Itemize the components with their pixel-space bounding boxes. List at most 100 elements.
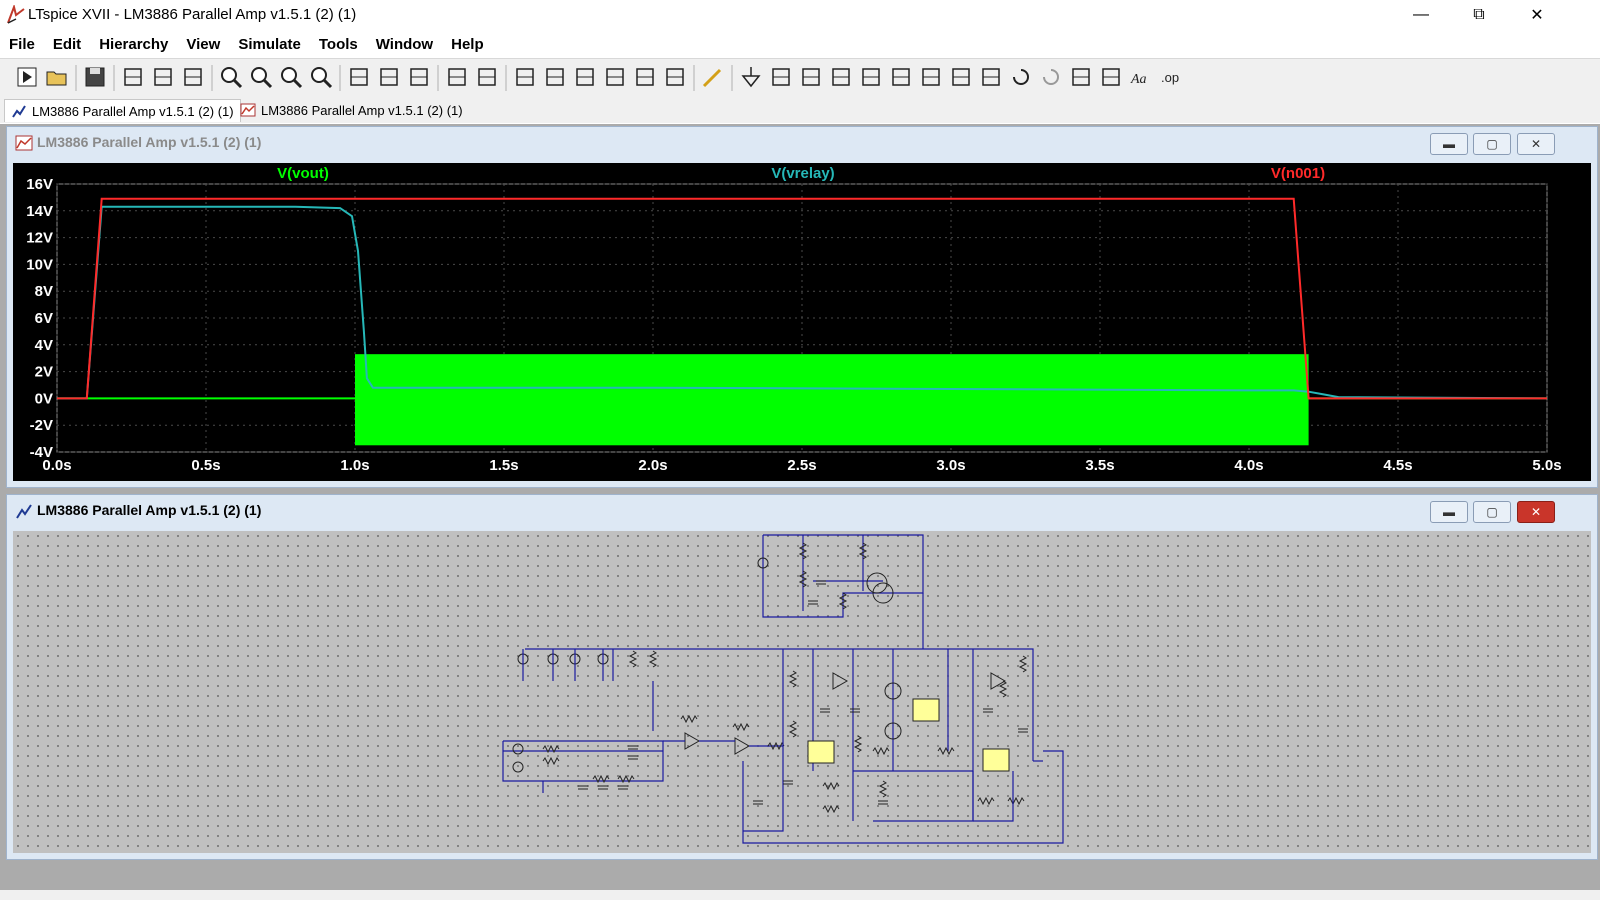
resistor-symbol xyxy=(628,650,638,668)
zoom-fit-icon[interactable] xyxy=(308,64,334,90)
voltage-source-symbol xyxy=(512,743,524,755)
menu-edit[interactable]: Edit xyxy=(44,36,90,53)
halt-icon[interactable] xyxy=(150,64,176,90)
minimize-button[interactable]: — xyxy=(1392,0,1450,30)
input-section-wires xyxy=(502,740,664,782)
waveform-maximize-button[interactable]: ▢ xyxy=(1473,133,1511,155)
circuit-schematic xyxy=(502,534,1064,844)
print-preview-icon[interactable] xyxy=(632,64,658,90)
print-icon[interactable] xyxy=(662,64,688,90)
tile-horizontal-icon[interactable] xyxy=(406,64,432,90)
waveform-close-button[interactable]: ✕ xyxy=(1517,133,1555,155)
schematic-canvas[interactable] xyxy=(13,531,1591,853)
resistor-symbol xyxy=(853,735,863,753)
close-button[interactable]: ✕ xyxy=(1508,0,1566,30)
close-icon: ✕ xyxy=(1530,7,1544,24)
y-tick-label: 14V xyxy=(26,203,53,220)
y-tick-label: 12V xyxy=(26,230,53,247)
rotate-icon[interactable] xyxy=(1068,64,1094,90)
save-icon[interactable] xyxy=(82,64,108,90)
schematic-close-button[interactable]: ✕ xyxy=(1517,501,1555,523)
y-tick-label: 0V xyxy=(35,390,53,407)
resistor-symbol xyxy=(822,804,840,814)
cut-icon[interactable] xyxy=(512,64,538,90)
control-panel-icon[interactable] xyxy=(120,64,146,90)
capacitor-icon[interactable] xyxy=(828,64,854,90)
opamp-symbol xyxy=(734,737,751,755)
resistor-symbol xyxy=(1018,655,1028,673)
find-icon[interactable] xyxy=(602,64,628,90)
plot-area[interactable]: 0.0s 0.5s 1.0s 1.5s 2.0s 2.5s 3.0s 3.5s 4.0s 4.5s… xyxy=(13,163,1591,481)
spice-directive-icon[interactable]: .op xyxy=(1158,64,1184,90)
autorange-icon[interactable] xyxy=(346,64,372,90)
tab-label: LM3886 Parallel Amp v1.5.1 (2) (1) xyxy=(32,103,234,119)
redo-icon[interactable] xyxy=(1038,64,1064,90)
waveform-minimize-button[interactable]: ▬ xyxy=(1430,133,1468,155)
schematic-maximize-button[interactable]: ▢ xyxy=(1473,501,1511,523)
menu-window[interactable]: Window xyxy=(367,36,442,53)
x-tick-label: 5.0s xyxy=(1532,457,1561,474)
ground-icon[interactable] xyxy=(738,64,764,90)
ic-block xyxy=(807,740,835,764)
x-tick-label: 2.0s xyxy=(638,457,667,474)
undo-icon[interactable] xyxy=(1008,64,1034,90)
copy-icon[interactable] xyxy=(542,64,568,90)
zoom-in-icon[interactable] xyxy=(218,64,244,90)
zoom-out-icon[interactable] xyxy=(278,64,304,90)
window-title: LTspice XVII - LM3886 Parallel Amp v1.5.… xyxy=(28,6,357,23)
resistor-symbol xyxy=(1007,796,1025,806)
label-net-icon[interactable] xyxy=(768,64,794,90)
menu-hierarchy[interactable]: Hierarchy xyxy=(90,36,177,53)
cascade-icon[interactable] xyxy=(444,64,470,90)
tab-waveform[interactable]: LM3886 Parallel Amp v1.5.1 (2) (1) xyxy=(234,99,469,121)
run-icon[interactable] xyxy=(14,64,40,90)
resistor-icon[interactable] xyxy=(798,64,824,90)
tab-label: LM3886 Parallel Amp v1.5.1 (2) (1) xyxy=(261,102,463,118)
menu-file[interactable]: File xyxy=(0,36,44,53)
y-tick-label: 10V xyxy=(26,256,53,273)
mirror-icon[interactable] xyxy=(1098,64,1124,90)
x-tick-label: 4.5s xyxy=(1383,457,1412,474)
wire-icon[interactable] xyxy=(700,64,726,90)
paste-icon[interactable] xyxy=(572,64,598,90)
toolbar-icons: Aa .op xyxy=(14,64,1184,91)
trace-label: V(n001) xyxy=(1271,165,1325,182)
opamp-symbol xyxy=(990,672,1007,690)
drag-icon[interactable] xyxy=(978,64,1004,90)
close-icon: ✕ xyxy=(1530,505,1542,519)
y-tick-label: -2V xyxy=(30,417,53,434)
voltage-source-symbol xyxy=(512,761,524,773)
maximize-button[interactable]: ⧉ xyxy=(1450,0,1508,30)
y-tick-label: -4V xyxy=(30,444,53,461)
wire xyxy=(873,771,974,822)
resistor-symbol xyxy=(872,746,890,756)
grid-icon[interactable] xyxy=(376,64,402,90)
waveform-tab-icon xyxy=(240,103,256,117)
resistor-symbol xyxy=(732,722,750,732)
menu-simulate[interactable]: Simulate xyxy=(229,36,310,53)
move-icon[interactable] xyxy=(948,64,974,90)
x-tick-label: 1.5s xyxy=(489,457,518,474)
resistor-symbol xyxy=(937,746,955,756)
trace-label: V(vout) xyxy=(277,165,329,182)
diode-icon[interactable] xyxy=(888,64,914,90)
vout-oscillation-band xyxy=(355,354,1309,446)
menu-help[interactable]: Help xyxy=(442,36,493,53)
x-tick-label: 0.5s xyxy=(191,457,220,474)
zoom-area-icon[interactable] xyxy=(248,64,274,90)
component-icon[interactable] xyxy=(918,64,944,90)
tile-vertical-icon[interactable] xyxy=(474,64,500,90)
menu-tools[interactable]: Tools xyxy=(310,36,367,53)
pan-icon[interactable] xyxy=(180,64,206,90)
inductor-icon[interactable] xyxy=(858,64,884,90)
schematic-minimize-button[interactable]: ▬ xyxy=(1430,501,1468,523)
menu-view[interactable]: View xyxy=(177,36,229,53)
open-icon[interactable] xyxy=(44,64,70,90)
ic-block xyxy=(912,698,940,722)
toolbar: Aa .op xyxy=(0,58,1600,98)
text-icon[interactable]: Aa xyxy=(1128,64,1154,90)
wire xyxy=(973,771,1014,822)
x-tick-label: 4.0s xyxy=(1234,457,1263,474)
tab-schematic[interactable]: LM3886 Parallel Amp v1.5.1 (2) (1) xyxy=(4,99,241,122)
resistor-symbol xyxy=(648,650,658,668)
